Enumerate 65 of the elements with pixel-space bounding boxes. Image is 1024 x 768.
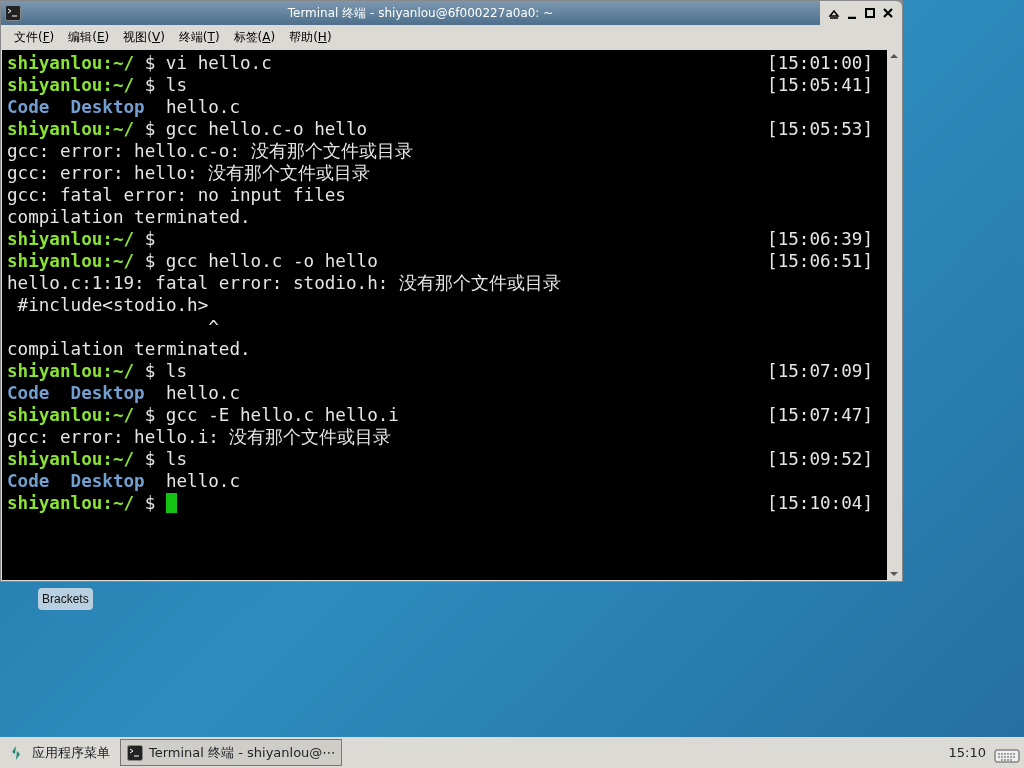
output-text: compilation terminated. (7, 206, 251, 228)
command-text: $ (144, 492, 156, 514)
prompt-text: shiyanlou:~/ (7, 404, 135, 426)
output-text: ^ (207, 316, 219, 338)
file-name: hello.c (165, 382, 241, 404)
output-text: gcc: error: hello: 没有那个文件或目录 (7, 162, 371, 184)
command-text: $ ls (144, 74, 188, 96)
command-text: $ gcc hello.c -o hello (144, 250, 378, 272)
command-text: $ (144, 228, 156, 250)
directory-name: Code (7, 96, 50, 118)
start-menu-button[interactable]: 应用程序菜单 (0, 742, 120, 763)
timestamp: [15:10:04] (767, 492, 874, 514)
taskbar-button[interactable]: Terminal 终端 - shiyanlou@⋯ (120, 739, 343, 766)
command-text: $ gcc -E hello.c hello.i (144, 404, 399, 426)
shade-icon[interactable] (828, 7, 840, 19)
output-text: hello.c:1:19: fatal error: stodio.h: 没有那个文件或目录 (7, 272, 561, 294)
timestamp: [15:01:00] (767, 52, 874, 74)
prompt-text: shiyanlou:~/ (7, 74, 135, 96)
command-text: $ vi hello.c (144, 52, 272, 74)
output-text: #include<stodio.h> (16, 294, 209, 316)
menu-item[interactable]: 终端(T) (171, 28, 227, 46)
directory-name: Desktop (70, 382, 145, 404)
leaf-icon (10, 744, 22, 761)
taskbar-button-label: Terminal 终端 - shiyanlou@⋯ (149, 743, 336, 762)
timestamp: [15:09:52] (767, 448, 874, 470)
timestamp: [15:07:09] (767, 360, 874, 382)
clock: 15:10 (948, 743, 986, 762)
terminal-icon (127, 744, 143, 761)
prompt-text: shiyanlou:~/ (7, 52, 135, 74)
window-title: Terminal 终端 - shiyanlou@6f000227a0a0: ~ (286, 5, 555, 22)
output-text: gcc: error: hello.i: 没有那个文件或目录 (7, 426, 392, 448)
directory-name: Desktop (70, 96, 145, 118)
maximize-icon[interactable] (864, 7, 876, 19)
prompt-text: shiyanlou:~/ (7, 360, 135, 382)
directory-name: Desktop (70, 470, 145, 492)
timestamp: [15:06:51] (767, 250, 874, 272)
file-name: hello.c (165, 470, 241, 492)
desktop-icon-label[interactable]: Brackets (38, 588, 93, 610)
menu-item[interactable]: 标签(A) (226, 28, 283, 46)
close-icon[interactable] (882, 7, 894, 19)
timestamp: [15:06:39] (767, 228, 874, 250)
command-text: $ ls (144, 448, 188, 470)
terminal-icon (5, 5, 21, 21)
command-text: $ gcc hello.c-o hello (144, 118, 368, 140)
prompt-text: shiyanlou:~/ (7, 492, 135, 514)
menu-item[interactable]: 视图(V) (116, 28, 172, 46)
timestamp: [15:05:53] (767, 118, 874, 140)
output-text: gcc: fatal error: no input files (7, 184, 346, 206)
command-text: $ ls (144, 360, 188, 382)
prompt-text: shiyanlou:~/ (7, 228, 135, 250)
scrollbar[interactable] (887, 50, 901, 580)
prompt-text: shiyanlou:~/ (7, 250, 135, 272)
timestamp: [15:07:47] (767, 404, 874, 426)
output-text: gcc: error: hello.c-o: 没有那个文件或目录 (7, 140, 413, 162)
directory-name: Code (7, 382, 50, 404)
menu-item[interactable]: 文件(F) (7, 28, 62, 46)
timestamp: [15:05:41] (767, 74, 874, 96)
menu-item[interactable]: 帮助(H) (282, 28, 339, 46)
output-text: compilation terminated. (7, 338, 251, 360)
file-name: hello.c (165, 96, 241, 118)
menu-item[interactable]: 编辑(E) (61, 28, 117, 46)
prompt-text: shiyanlou:~/ (7, 118, 135, 140)
prompt-text: shiyanlou:~/ (7, 448, 135, 470)
start-menu-label: 应用程序菜单 (32, 743, 110, 762)
directory-name: Code (7, 470, 50, 492)
